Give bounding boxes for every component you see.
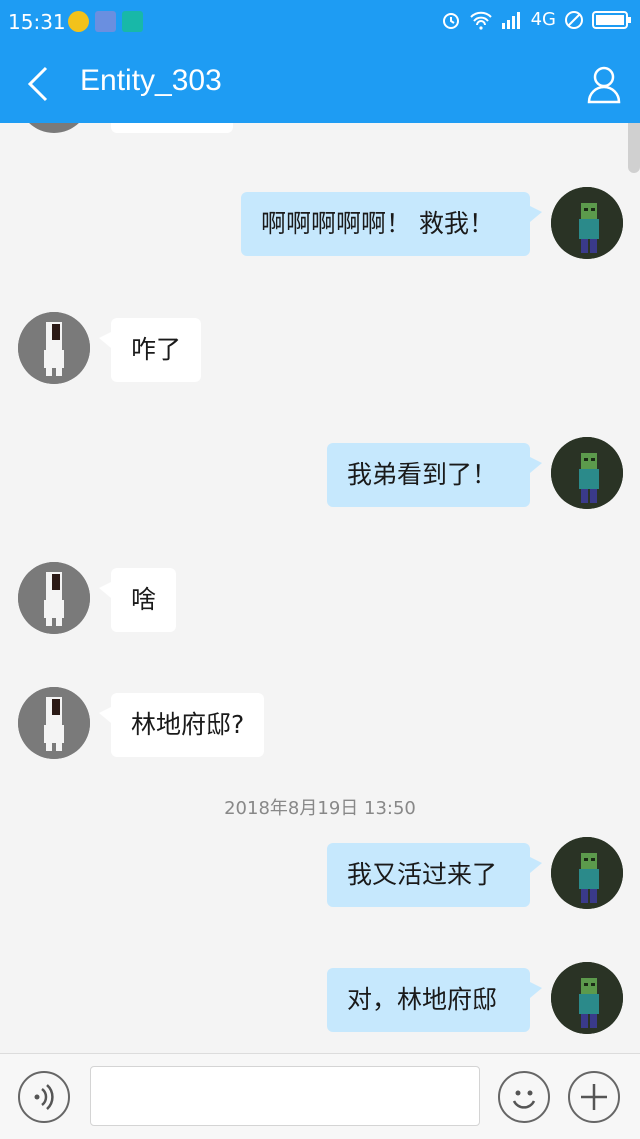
voice-button[interactable] xyxy=(18,1071,70,1123)
k-app-icon xyxy=(95,11,116,32)
more-button[interactable] xyxy=(568,1071,620,1123)
message-bubble[interactable]: 我又活过来了 xyxy=(327,843,542,907)
avatar[interactable] xyxy=(18,687,90,759)
message-bubble[interactable]: 啊啊啊啊啊！ 救我！ xyxy=(241,192,542,256)
zombie-avatar-icon xyxy=(551,437,623,509)
input-bar xyxy=(0,1053,640,1139)
back-icon[interactable] xyxy=(20,64,60,104)
profile-icon[interactable] xyxy=(586,64,622,104)
message-bubble[interactable]: 我弟看到了！ xyxy=(327,443,542,507)
top-bar: 15:31 4G Entity_303 xyxy=(0,0,640,123)
dnd-icon xyxy=(565,10,583,29)
enderman-avatar-icon xyxy=(18,562,90,634)
chat-area: 啊啊啊啊啊！ 救我！ 咋了 我弟看到了！ 啥 林地府邸? 2018年8月19日 … xyxy=(0,123,640,1053)
avatar[interactable] xyxy=(18,562,90,634)
status-bar: 15:31 4G xyxy=(0,0,640,44)
message-bubble[interactable]: 对，林地府邸 xyxy=(327,968,542,1032)
avatar[interactable] xyxy=(551,437,623,509)
battery-icon xyxy=(592,10,631,29)
message-bubble[interactable] xyxy=(111,123,233,133)
emoji-button[interactable] xyxy=(498,1071,550,1123)
nav-bar: Entity_303 xyxy=(0,44,640,123)
message-input[interactable] xyxy=(90,1066,480,1126)
message-bubble[interactable]: 啥 xyxy=(98,568,177,632)
plus-icon xyxy=(581,1084,607,1110)
scan-icon xyxy=(122,11,143,32)
avatar[interactable] xyxy=(551,962,623,1034)
wifi-icon xyxy=(469,11,492,30)
zombie-avatar-icon xyxy=(551,187,623,259)
avatar[interactable] xyxy=(18,312,90,384)
avatar[interactable] xyxy=(551,187,623,259)
enderman-avatar-icon xyxy=(18,687,90,759)
app-notification-icon xyxy=(68,11,89,32)
avatar[interactable] xyxy=(18,123,90,133)
network-type: 4G xyxy=(530,9,556,30)
page-title: Entity_303 xyxy=(80,64,222,97)
message-timestamp: 2018年8月19日 13:50 xyxy=(224,798,416,819)
enderman-avatar-icon xyxy=(18,312,90,384)
signal-icon xyxy=(501,11,520,29)
message-bubble[interactable]: 林地府邸? xyxy=(98,693,265,757)
avatar[interactable] xyxy=(551,837,623,909)
smile-icon xyxy=(512,1090,536,1109)
scrollbar[interactable] xyxy=(628,123,640,173)
zombie-avatar-icon xyxy=(551,837,623,909)
status-time: 15:31 xyxy=(8,10,66,34)
zombie-avatar-icon xyxy=(551,962,623,1034)
message-bubble[interactable]: 咋了 xyxy=(98,318,202,382)
alarm-icon xyxy=(442,12,459,29)
voice-icon xyxy=(34,1084,54,1110)
